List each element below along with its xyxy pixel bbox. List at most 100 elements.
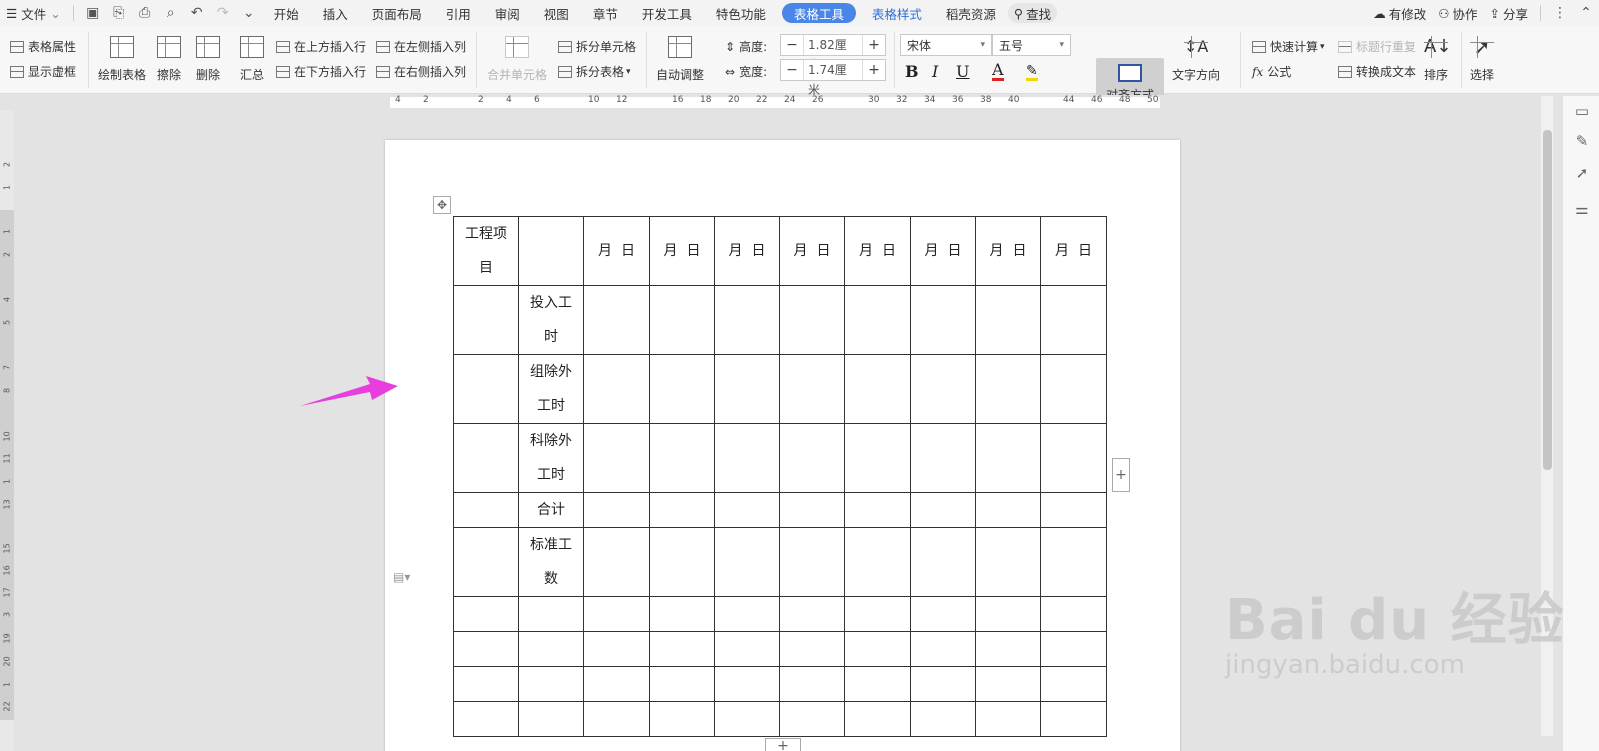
delete-button[interactable]: 删除: [196, 36, 220, 83]
table-cell[interactable]: 科除外工时: [518, 423, 584, 493]
paste-options-icon[interactable]: ▤▾: [393, 570, 410, 584]
tab-review[interactable]: 审阅: [483, 0, 532, 26]
redo-icon[interactable]: ↷: [210, 0, 236, 26]
table-cell[interactable]: [583, 354, 650, 424]
table-cell[interactable]: [844, 631, 911, 667]
italic-icon[interactable]: I: [932, 62, 938, 81]
table-cell[interactable]: [649, 666, 715, 702]
text-direction-button[interactable]: ↕A 文字方向: [1172, 36, 1220, 83]
horizontal-ruler[interactable]: 4 2 2 4 6 10 12 16 18 20 22 24 26 30 32 …: [0, 95, 1545, 110]
height-value[interactable]: 1.82厘米: [803, 35, 863, 72]
table-cell[interactable]: [583, 631, 650, 667]
tab-section[interactable]: 章节: [581, 0, 630, 26]
table-cell[interactable]: [453, 631, 519, 667]
table-cell[interactable]: [518, 216, 584, 286]
auto-adjust-button[interactable]: 自动调整: [656, 36, 704, 83]
table-cell[interactable]: [910, 423, 976, 493]
tab-home[interactable]: 开始: [262, 0, 311, 26]
table-cell[interactable]: [779, 285, 845, 355]
document-table[interactable]: 工程项目 月 日 月 日 月 日 月 日 月 日 月 日 月 日 月 日 投入工…: [453, 216, 1107, 737]
table-cell[interactable]: [910, 596, 976, 632]
table-cell[interactable]: [583, 666, 650, 702]
table-cell[interactable]: [1040, 527, 1107, 597]
scrollbar-thumb[interactable]: [1543, 130, 1552, 470]
tab-view[interactable]: 视图: [532, 0, 581, 26]
table-cell[interactable]: [844, 527, 911, 597]
table-cell[interactable]: [975, 285, 1041, 355]
table-cell[interactable]: [975, 354, 1041, 424]
collab-button[interactable]: ⚇ 协作: [1432, 0, 1483, 26]
table-cell[interactable]: 组除外工时: [518, 354, 584, 424]
insert-col-right-button[interactable]: 在右侧插入列: [376, 63, 466, 80]
table-cell[interactable]: [649, 492, 715, 528]
table-cell[interactable]: [583, 492, 650, 528]
file-menu[interactable]: ☰ 文件 ⌄: [0, 0, 67, 26]
table-cell[interactable]: 月 日: [649, 216, 715, 286]
table-cell[interactable]: [453, 285, 519, 355]
table-cell[interactable]: [518, 596, 584, 632]
table-cell[interactable]: [453, 492, 519, 528]
table-cell[interactable]: 标准工数: [518, 527, 584, 597]
highlight-icon[interactable]: ✎: [1026, 64, 1038, 81]
undo-icon[interactable]: ↶: [184, 0, 210, 26]
formula-button[interactable]: fx 公式: [1252, 63, 1291, 80]
table-cell[interactable]: [975, 527, 1041, 597]
table-cell[interactable]: [714, 285, 780, 355]
table-cell[interactable]: [1040, 631, 1107, 667]
merge-cells-button[interactable]: 合并单元格: [487, 36, 547, 83]
select-button[interactable]: ➚ 选择: [1470, 36, 1494, 83]
pen-icon[interactable]: ✎: [1573, 132, 1591, 150]
tab-features[interactable]: 特色功能: [704, 0, 778, 26]
table-cell[interactable]: [975, 631, 1041, 667]
add-row-icon[interactable]: +: [765, 738, 801, 751]
table-cell[interactable]: [844, 596, 911, 632]
table-move-handle-icon[interactable]: ✥: [433, 196, 451, 214]
table-cell[interactable]: 投入工时: [518, 285, 584, 355]
table-cell[interactable]: [910, 631, 976, 667]
table-cell[interactable]: [779, 492, 845, 528]
table-cell[interactable]: [714, 492, 780, 528]
table-cell[interactable]: [714, 596, 780, 632]
table-cell[interactable]: [779, 354, 845, 424]
table-cell[interactable]: [910, 354, 976, 424]
table-cell[interactable]: [649, 423, 715, 493]
table-cell[interactable]: 合计: [518, 492, 584, 528]
table-cell[interactable]: [975, 423, 1041, 493]
table-cell[interactable]: [714, 354, 780, 424]
tab-references[interactable]: 引用: [434, 0, 483, 26]
table-cell[interactable]: [453, 666, 519, 702]
table-cell[interactable]: [1040, 285, 1107, 355]
table-properties-button[interactable]: 表格属性: [10, 38, 76, 55]
split-cells-button[interactable]: 拆分单元格: [558, 38, 636, 55]
table-cell[interactable]: [779, 423, 845, 493]
table-cell[interactable]: 月 日: [975, 216, 1041, 286]
table-cell[interactable]: [779, 666, 845, 702]
table-cell[interactable]: 月 日: [779, 216, 845, 286]
table-cell[interactable]: [453, 423, 519, 493]
summary-button[interactable]: 汇总: [240, 36, 264, 83]
table-cell[interactable]: [714, 423, 780, 493]
add-column-icon[interactable]: +: [1112, 458, 1130, 492]
repeat-header-button[interactable]: 标题行重复: [1338, 38, 1416, 55]
table-cell[interactable]: [714, 701, 780, 737]
erase-button[interactable]: 擦除: [157, 36, 181, 83]
more-vertical-icon[interactable]: ⋮: [1547, 0, 1573, 26]
table-cell[interactable]: [518, 666, 584, 702]
settings-sliders-icon[interactable]: ⚌: [1573, 200, 1591, 218]
minus-icon[interactable]: −: [781, 35, 803, 55]
table-cell[interactable]: [910, 666, 976, 702]
table-cell[interactable]: 月 日: [844, 216, 911, 286]
modified-button[interactable]: ☁ 有修改: [1367, 0, 1432, 26]
table-cell[interactable]: [844, 354, 911, 424]
vertical-ruler[interactable]: 2 1 1 2 4 5 7 8 10 11 1 13 15 16 17 3 19…: [0, 110, 14, 751]
table-cell[interactable]: [714, 631, 780, 667]
table-cell[interactable]: [649, 596, 715, 632]
table-cell[interactable]: [453, 701, 519, 737]
table-cell[interactable]: [518, 631, 584, 667]
table-cell[interactable]: [649, 701, 715, 737]
table-cell[interactable]: [844, 285, 911, 355]
minus-icon[interactable]: −: [781, 60, 803, 80]
collapse-icon[interactable]: ▭: [1573, 102, 1591, 120]
table-cell[interactable]: [649, 631, 715, 667]
table-cell[interactable]: [910, 492, 976, 528]
